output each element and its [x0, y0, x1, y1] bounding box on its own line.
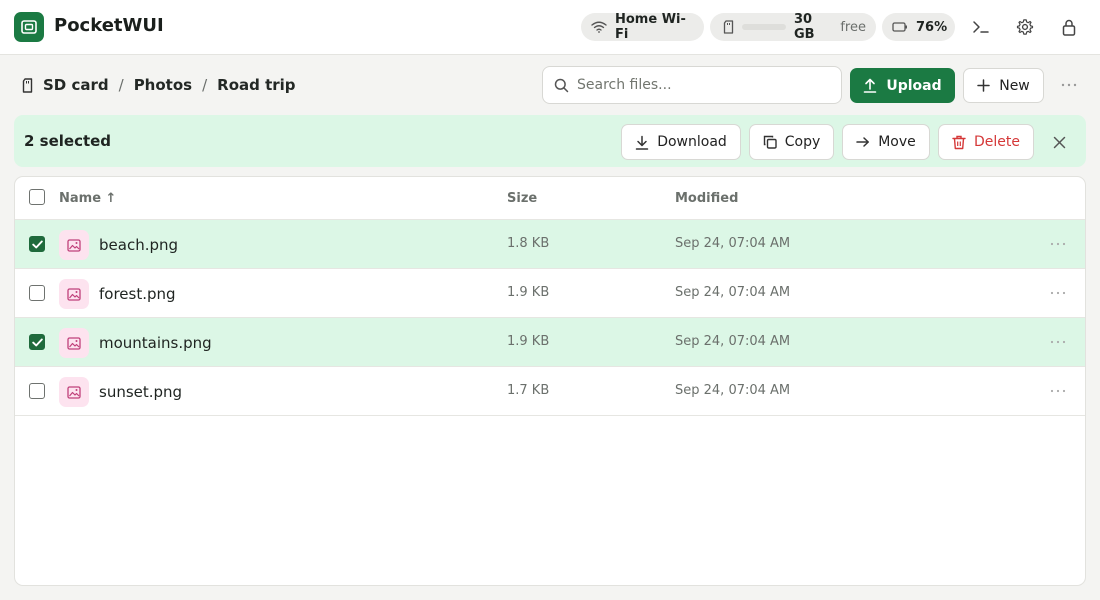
column-header-modified[interactable]: Modified: [675, 191, 738, 206]
row-more-icon[interactable]: [1047, 383, 1069, 399]
move-label: Move: [878, 134, 916, 150]
select-all-checkbox[interactable]: [29, 189, 45, 205]
delete-button[interactable]: Delete: [938, 124, 1034, 160]
copy-button[interactable]: Copy: [749, 124, 834, 160]
wifi-name: Home Wi-Fi: [615, 12, 686, 42]
download-icon: [635, 135, 649, 150]
table-header: Name ↑ Size Modified: [15, 177, 1085, 220]
file-name[interactable]: mountains.png: [99, 334, 212, 352]
row-checkbox[interactable]: [29, 334, 45, 350]
breadcrumb-item-road-trip: Road trip: [217, 76, 296, 94]
upload-button[interactable]: Upload: [850, 68, 955, 103]
image-file-icon: [59, 377, 89, 407]
file-table: Name ↑ Size Modified beach.png 1.8 KB Se…: [14, 176, 1086, 586]
upload-label: Upload: [886, 77, 942, 94]
storage-amount: 30 GB: [794, 12, 815, 42]
storage-status[interactable]: 30 GB free: [710, 12, 876, 42]
table-row[interactable]: sunset.png 1.7 KB Sep 24, 07:04 AM: [15, 367, 1085, 416]
breadcrumb: SD card / Photos / Road trip: [22, 75, 296, 95]
row-more-icon[interactable]: [1047, 334, 1069, 350]
move-button[interactable]: Move: [842, 124, 930, 160]
row-checkbox[interactable]: [29, 383, 45, 399]
delete-label: Delete: [974, 134, 1020, 150]
file-modified: Sep 24, 07:04 AM: [675, 285, 791, 300]
close-icon[interactable]: [1048, 131, 1070, 153]
app-logo-icon: [14, 12, 44, 42]
download-button[interactable]: Download: [621, 124, 741, 160]
download-label: Download: [657, 134, 727, 150]
image-file-icon: [59, 279, 89, 309]
file-modified: Sep 24, 07:04 AM: [675, 236, 791, 251]
more-options-icon[interactable]: [1058, 76, 1080, 94]
file-name[interactable]: sunset.png: [99, 383, 182, 401]
new-label: New: [999, 77, 1030, 94]
image-file-icon: [59, 230, 89, 260]
plus-icon: [977, 79, 990, 92]
copy-label: Copy: [784, 134, 821, 150]
new-button[interactable]: New: [963, 68, 1044, 103]
trash-icon: [952, 135, 966, 150]
file-size: 1.8 KB: [507, 236, 550, 251]
row-checkbox[interactable]: [29, 236, 45, 252]
search-input[interactable]: [577, 77, 817, 93]
row-more-icon[interactable]: [1047, 285, 1069, 301]
gear-icon[interactable]: [1012, 14, 1038, 40]
search-box[interactable]: [542, 66, 842, 104]
column-header-size[interactable]: Size: [507, 191, 537, 206]
breadcrumb-item-sd-card[interactable]: SD card: [43, 76, 109, 94]
sd-card-icon: [723, 20, 734, 34]
storage-suffix: free: [840, 19, 866, 35]
file-size: 1.9 KB: [507, 334, 550, 349]
copy-icon: [763, 135, 777, 149]
upload-icon: [863, 78, 877, 93]
breadcrumb-item-photos[interactable]: Photos: [134, 76, 192, 94]
selection-count: 2 selected: [24, 132, 112, 150]
search-icon: [554, 78, 569, 93]
battery-level: 76%: [916, 19, 948, 35]
table-row[interactable]: beach.png 1.8 KB Sep 24, 07:04 AM: [15, 220, 1085, 269]
file-size: 1.9 KB: [507, 285, 550, 300]
column-header-name[interactable]: Name ↑: [59, 191, 116, 206]
wifi-status[interactable]: Home Wi-Fi: [581, 12, 704, 42]
file-size: 1.7 KB: [507, 383, 550, 398]
breadcrumb-separator: /: [202, 76, 208, 94]
wifi-icon: [591, 21, 607, 33]
row-more-icon[interactable]: [1047, 236, 1069, 252]
battery-icon: [892, 22, 908, 32]
sd-card-icon: [22, 77, 33, 93]
arrow-right-icon: [856, 136, 870, 148]
terminal-icon[interactable]: [968, 14, 994, 40]
table-row[interactable]: forest.png 1.9 KB Sep 24, 07:04 AM: [15, 269, 1085, 318]
file-name[interactable]: forest.png: [99, 285, 176, 303]
row-checkbox[interactable]: [29, 285, 45, 301]
storage-usage-bar: [742, 24, 787, 30]
app-title: PocketWUI: [54, 15, 164, 36]
image-file-icon: [59, 328, 89, 358]
battery-status[interactable]: 76%: [882, 13, 955, 41]
selection-bar: 2 selected Download Copy Move Delete: [14, 115, 1086, 167]
top-bar: PocketWUI Home Wi-Fi 30 GB free 76%: [0, 0, 1100, 55]
file-modified: Sep 24, 07:04 AM: [675, 334, 791, 349]
table-row[interactable]: mountains.png 1.9 KB Sep 24, 07:04 AM: [15, 318, 1085, 367]
file-modified: Sep 24, 07:04 AM: [675, 383, 791, 398]
breadcrumb-separator: /: [118, 76, 124, 94]
lock-icon[interactable]: [1056, 14, 1082, 40]
file-name[interactable]: beach.png: [99, 236, 178, 254]
